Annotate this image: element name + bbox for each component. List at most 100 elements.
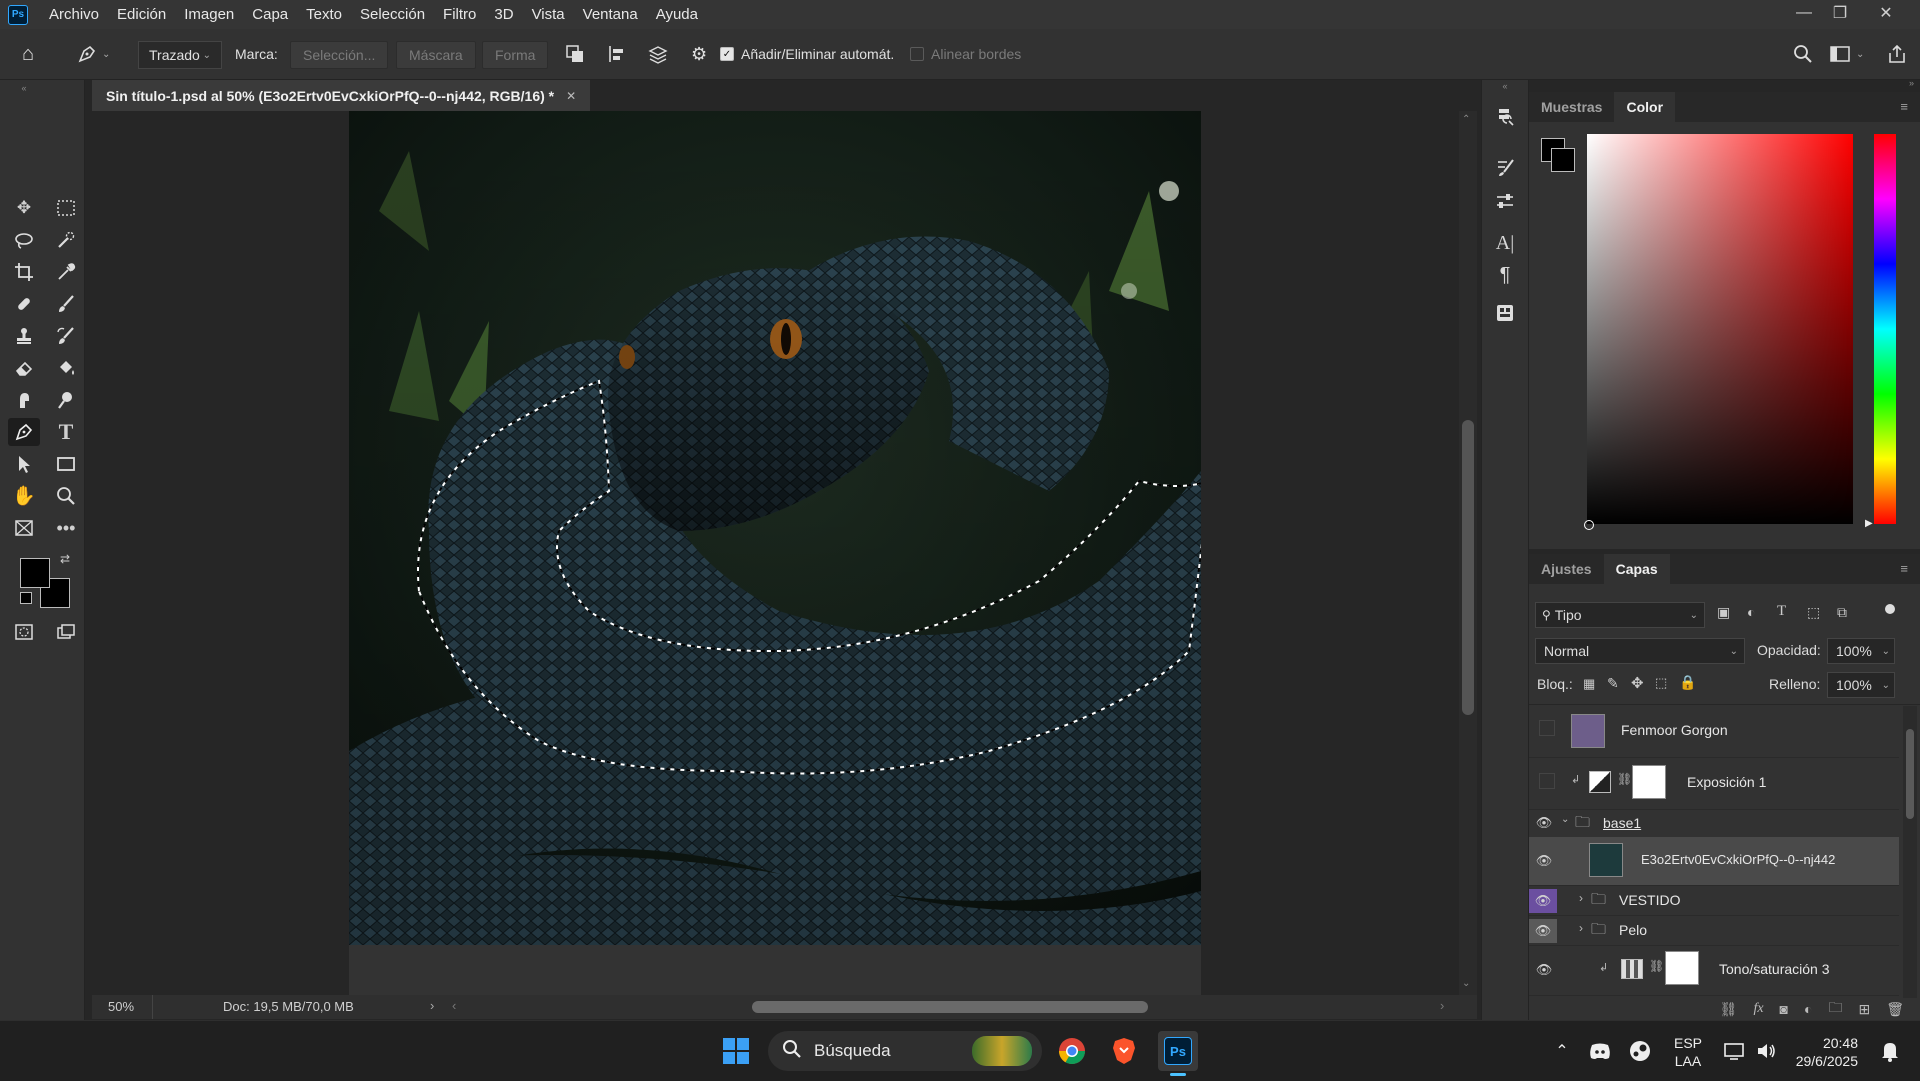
stamp-tool-icon[interactable]	[8, 322, 40, 350]
brush-settings-icon[interactable]	[1490, 152, 1520, 182]
quick-selection-tool-icon[interactable]	[50, 226, 82, 254]
blend-mode-select[interactable]: Normal ⌄	[1535, 638, 1745, 664]
link-icon[interactable]: ⛓	[1649, 959, 1664, 973]
link-layers-icon[interactable]: ⛓	[1720, 1001, 1738, 1018]
add-mask-icon[interactable]: ◙	[1780, 1001, 1788, 1017]
hue-slider-handle[interactable]: ▶	[1865, 518, 1873, 529]
frame-tool-icon[interactable]	[8, 514, 40, 542]
tab-ajustes[interactable]: Ajustes	[1529, 554, 1604, 584]
collapse-panels-icon[interactable]: «	[1490, 80, 1520, 92]
layer-name[interactable]: Exposición 1	[1687, 774, 1766, 790]
filter-shape-icon[interactable]: ⬚	[1807, 604, 1820, 621]
horizontal-scrollbar-thumb[interactable]	[752, 1001, 1148, 1013]
lock-transparency-icon[interactable]: ▦	[1583, 676, 1595, 692]
layer-mask-thumbnail[interactable]	[1632, 765, 1666, 799]
chevron-right-icon[interactable]: ›	[1579, 921, 1583, 935]
steam-icon[interactable]	[1620, 1031, 1660, 1071]
marquee-tool-icon[interactable]	[50, 194, 82, 222]
fx-icon[interactable]: fx	[1753, 1001, 1763, 1017]
filter-adjustment-icon[interactable]: ◐	[1747, 604, 1755, 620]
lock-position-icon[interactable]: ✥	[1631, 674, 1644, 692]
brush-tool-icon[interactable]	[50, 290, 82, 318]
path-selection-tool-icon[interactable]	[8, 450, 40, 478]
layer-row[interactable]: 👁 ↲ ⛓ Tono/saturación 3	[1529, 945, 1899, 996]
paint-bucket-tool-icon[interactable]	[50, 354, 82, 382]
character-panel-icon[interactable]: A|	[1490, 228, 1520, 258]
fill-input[interactable]: 100% ⌄	[1827, 672, 1895, 698]
trash-icon[interactable]: 🗑	[1886, 1001, 1904, 1018]
zoom-tool-icon[interactable]	[50, 482, 82, 510]
filter-toggle-icon[interactable]	[1885, 604, 1895, 620]
layer-row-selected[interactable]: 👁 E3o2Ertv0EvCxkiOrPfQ--0--nj442	[1529, 837, 1899, 886]
vertical-scrollbar-thumb[interactable]	[1462, 420, 1474, 715]
menu-vista[interactable]: Vista	[523, 0, 574, 29]
menu-3d[interactable]: 3D	[485, 0, 522, 29]
hand-tool-icon[interactable]: ✋	[8, 482, 40, 510]
scroll-down-icon[interactable]: ⌄	[1462, 978, 1470, 989]
eye-icon[interactable]: 👁	[1529, 919, 1557, 943]
seleccion-button[interactable]: Selección...	[290, 41, 389, 69]
menu-ayuda[interactable]: Ayuda	[647, 0, 707, 29]
workspace-icon[interactable]: ⌄	[1828, 41, 1864, 67]
tab-muestras[interactable]: Muestras	[1529, 92, 1614, 122]
share-icon[interactable]	[1886, 41, 1908, 67]
layers-scrollbar-thumb[interactable]	[1906, 729, 1914, 819]
type-tool-icon[interactable]: T	[50, 418, 82, 446]
pen-tool-preset-icon[interactable]: ⌄	[76, 41, 110, 67]
volume-icon[interactable]	[1746, 1031, 1786, 1071]
windows-start-icon[interactable]	[716, 1031, 756, 1071]
layer-mask-thumbnail[interactable]	[1665, 951, 1699, 985]
hue-slider[interactable]	[1874, 134, 1896, 524]
lock-image-icon[interactable]: ✎	[1607, 675, 1619, 692]
menu-ventana[interactable]: Ventana	[574, 0, 647, 29]
panel-menu-icon[interactable]: ≡	[1888, 92, 1920, 122]
group-row[interactable]: 👁 › 🗀 Pelo	[1529, 915, 1899, 946]
tray-overflow-icon[interactable]: ⌃	[1542, 1031, 1582, 1071]
dodge-tool-icon[interactable]	[50, 386, 82, 414]
mode-select[interactable]: Trazado ⌄	[138, 41, 222, 69]
group-row[interactable]: 👁 ⌄ 🗀 base1	[1529, 809, 1899, 838]
eye-icon[interactable]: 👁	[1533, 812, 1555, 834]
group-name[interactable]: Pelo	[1619, 922, 1647, 938]
zoom-level[interactable]: 50%	[108, 999, 134, 1014]
chevron-right-icon[interactable]: ›	[1579, 891, 1583, 905]
brave-icon[interactable]	[1104, 1031, 1144, 1071]
align-edges-checkbox[interactable]: Alinear bordes	[910, 41, 1021, 67]
close-icon[interactable]: ✕	[1868, 0, 1904, 26]
quick-mask-icon[interactable]	[8, 618, 40, 646]
more-tools-icon[interactable]: •••	[50, 514, 82, 542]
screen-mode-icon[interactable]	[50, 618, 82, 646]
path-operations-icon[interactable]	[564, 41, 586, 67]
new-adjustment-icon[interactable]: ◐	[1804, 1001, 1812, 1017]
menu-archivo[interactable]: Archivo	[40, 0, 108, 29]
smudge-tool-icon[interactable]	[8, 386, 40, 414]
menu-capa[interactable]: Capa	[243, 0, 297, 29]
gear-icon[interactable]: ⚙	[691, 41, 707, 67]
scroll-up-icon[interactable]: ⌃	[1462, 114, 1470, 125]
taskbar-search[interactable]: Búsqueda	[768, 1031, 1042, 1071]
lasso-tool-icon[interactable]	[8, 226, 40, 254]
layer-filter-select[interactable]: ⚲ Tipo ⌄	[1535, 602, 1705, 628]
move-tool-icon[interactable]: ✥	[8, 194, 40, 222]
language-indicator[interactable]: ESP LAA	[1674, 1034, 1702, 1070]
tab-color[interactable]: Color	[1614, 92, 1676, 122]
menu-texto[interactable]: Texto	[297, 0, 351, 29]
mascara-button[interactable]: Máscara	[396, 41, 476, 69]
layer-name[interactable]: Tono/saturación 3	[1719, 961, 1830, 977]
path-arrangement-icon[interactable]	[646, 41, 670, 67]
history-panel-icon[interactable]	[1490, 102, 1520, 132]
foreground-color-swatch[interactable]	[20, 558, 50, 588]
layer-name[interactable]: E3o2Ertv0EvCxkiOrPfQ--0--nj442	[1641, 852, 1835, 867]
expand-panels-icon[interactable]: »	[1909, 78, 1914, 88]
chevron-down-icon[interactable]: ⌄	[1561, 814, 1569, 825]
layer-row[interactable]: ↲ ⛓ Exposición 1	[1529, 757, 1899, 810]
status-menu-chevron-icon[interactable]: ›	[430, 998, 434, 1013]
properties-sliders-icon[interactable]	[1490, 186, 1520, 216]
eye-icon[interactable]: 👁	[1533, 959, 1555, 981]
minimize-icon[interactable]: —	[1786, 0, 1822, 26]
color-field[interactable]	[1587, 134, 1853, 524]
eyedropper-tool-icon[interactable]	[50, 258, 82, 286]
panel-menu-icon[interactable]: ≡	[1888, 554, 1920, 584]
swap-colors-icon[interactable]: ⇄	[60, 552, 70, 566]
discord-icon[interactable]	[1580, 1031, 1620, 1071]
